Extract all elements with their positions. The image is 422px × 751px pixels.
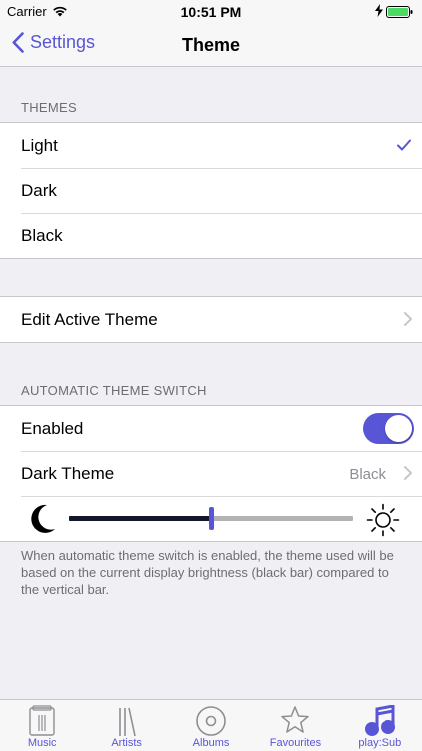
tab-music[interactable]: Music	[0, 700, 84, 751]
theme-option-black[interactable]: Black	[0, 213, 422, 258]
tab-label: Artists	[111, 737, 142, 749]
moon-icon	[27, 503, 57, 540]
music-library-icon	[0, 705, 84, 736]
artists-icon	[84, 705, 168, 737]
theme-option-label: Light	[21, 136, 58, 155]
toggle-knob	[385, 415, 412, 442]
dark-theme-row[interactable]: Dark Theme Black	[0, 451, 422, 496]
auto-switch-group: Enabled Dark Theme Black	[0, 405, 422, 542]
tab-label: Albums	[192, 737, 230, 749]
theme-option-dark[interactable]: Dark	[0, 168, 422, 213]
theme-option-label: Dark	[21, 181, 57, 200]
edit-active-theme-row[interactable]: Edit Active Theme	[0, 297, 422, 342]
edit-group: Edit Active Theme	[0, 296, 422, 343]
dark-theme-label: Dark Theme	[21, 464, 115, 483]
status-bar: Carrier 10:51 PM	[0, 0, 422, 24]
tab-label: Music	[27, 737, 57, 749]
clock: 10:51 PM	[180, 4, 242, 20]
playsub-logo-icon	[338, 705, 422, 736]
chevron-right-icon	[404, 312, 412, 331]
tab-artists[interactable]: Artists	[84, 700, 168, 751]
tab-albums[interactable]: Albums	[169, 700, 253, 751]
tab-favourites[interactable]: Favourites	[253, 700, 337, 751]
checkmark-icon	[397, 138, 411, 156]
theme-option-light[interactable]: Light	[0, 123, 422, 168]
star-icon	[253, 705, 337, 735]
album-disc-icon	[169, 705, 253, 736]
themes-section-header: THEMES	[21, 100, 77, 115]
dark-theme-value: Black	[349, 466, 386, 483]
charging-icon	[375, 4, 383, 22]
tab-playsub[interactable]: play:Sub	[338, 700, 422, 751]
enabled-toggle[interactable]	[363, 413, 414, 444]
brightness-slider[interactable]	[69, 507, 353, 530]
battery-icon	[386, 5, 413, 23]
auto-switch-footnote: When automatic theme switch is enabled, …	[21, 548, 394, 597]
enabled-row: Enabled	[0, 406, 422, 451]
sun-icon	[366, 503, 400, 542]
tab-bar: Music Artists Albums Favourites play:Sub	[0, 699, 422, 751]
edit-active-theme-label: Edit Active Theme	[21, 310, 158, 329]
tab-label: play:Sub	[358, 737, 402, 749]
tab-label: Favourites	[269, 737, 322, 749]
enabled-label: Enabled	[21, 419, 84, 438]
brightness-slider-row	[0, 496, 422, 541]
theme-option-label: Black	[21, 226, 63, 245]
chevron-right-icon	[404, 466, 412, 485]
navigation-bar: Settings Theme	[0, 24, 422, 67]
current-brightness-bar	[69, 516, 211, 521]
page-title: Theme	[181, 35, 241, 55]
auto-switch-section-header: AUTOMATIC THEME SWITCH	[21, 383, 207, 398]
threshold-handle[interactable]	[209, 507, 214, 530]
themes-group: Light Dark Black	[0, 122, 422, 259]
